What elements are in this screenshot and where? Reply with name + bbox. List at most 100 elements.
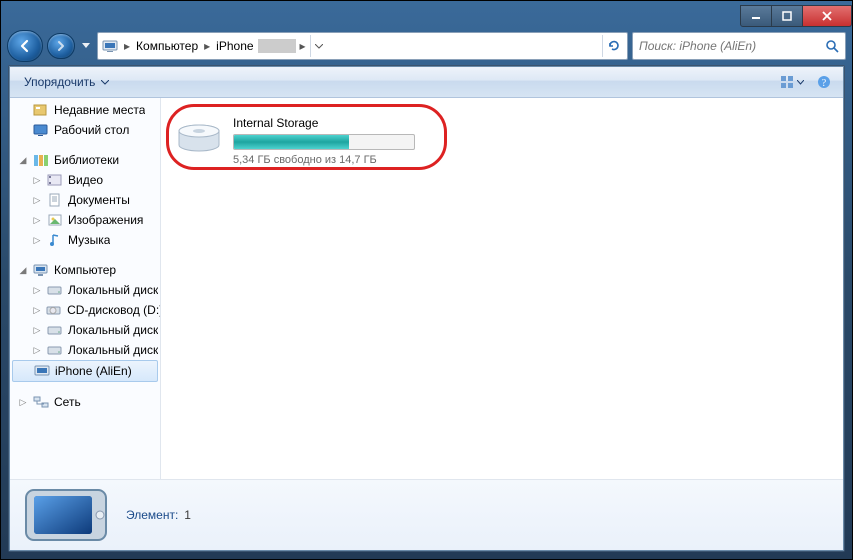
drive-icon xyxy=(46,282,64,298)
maximize-button[interactable] xyxy=(772,5,803,27)
command-bar: Упорядочить ? xyxy=(10,67,843,98)
chevron-down-icon xyxy=(101,80,109,85)
tree-label: Локальный диск xyxy=(68,283,158,297)
expand-icon[interactable]: ▷ xyxy=(32,305,42,316)
expand-icon[interactable]: ▷ xyxy=(32,195,42,206)
tree-item-video[interactable]: ▷ Видео xyxy=(10,170,160,190)
chevron-down-icon xyxy=(315,44,323,49)
tree-item-cddrive[interactable]: ▷ CD-дисковод (D:) xyxy=(10,300,160,320)
expand-icon[interactable]: ▷ xyxy=(32,285,42,296)
help-icon: ? xyxy=(817,75,831,89)
view-options-button[interactable] xyxy=(775,70,809,94)
chevron-down-icon xyxy=(82,43,90,49)
search-input[interactable] xyxy=(633,39,819,53)
window-controls xyxy=(740,5,852,25)
arrow-right-icon xyxy=(55,40,67,52)
tree-label: CD-дисковод (D:) xyxy=(67,303,160,317)
help-button[interactable]: ? xyxy=(811,70,837,94)
arrow-left-icon xyxy=(17,38,33,54)
refresh-icon xyxy=(607,39,621,53)
explorer-body: Недавние места Рабочий стол ◢ Библиотеки… xyxy=(10,98,843,479)
expand-icon[interactable]: ▷ xyxy=(32,215,42,226)
nav-history-dropdown[interactable] xyxy=(79,31,93,61)
tree-item-recent[interactable]: Недавние места xyxy=(10,100,160,120)
documents-icon xyxy=(46,192,64,208)
tree-item-iphone[interactable]: iPhone (AliEn) xyxy=(12,360,158,382)
device-icon xyxy=(100,36,120,56)
capacity-fill xyxy=(234,135,349,149)
breadcrumb-iphone[interactable]: iPhone xyxy=(214,39,255,53)
expand-icon[interactable]: ▷ xyxy=(32,345,42,356)
tree-item-libraries[interactable]: ◢ Библиотеки xyxy=(10,150,160,170)
tree-item-documents[interactable]: ▷ Документы xyxy=(10,190,160,210)
music-icon xyxy=(46,232,64,248)
tree-label: Музыка xyxy=(68,233,110,247)
expand-icon[interactable]: ▷ xyxy=(32,325,42,336)
breadcrumb-redacted xyxy=(258,39,296,53)
svg-text:?: ? xyxy=(822,78,827,89)
details-count: 1 xyxy=(184,508,191,522)
back-button[interactable] xyxy=(7,30,43,62)
tree-item-localdisk-2[interactable]: ▷ Локальный диск xyxy=(10,320,160,340)
organize-label: Упорядочить xyxy=(24,75,95,89)
close-button[interactable] xyxy=(803,5,852,27)
device-icon xyxy=(33,363,51,379)
drive-item-internal-storage[interactable]: Internal Storage 5,34 ГБ свободно из 14,… xyxy=(175,116,415,166)
titlebar xyxy=(1,1,852,29)
breadcrumb-sep-icon: ▸ xyxy=(120,39,134,53)
expand-icon[interactable]: ◢ xyxy=(18,265,28,276)
tree-label: Компьютер xyxy=(54,263,116,277)
desktop-icon xyxy=(32,122,50,138)
close-icon xyxy=(821,11,833,21)
tree-item-music[interactable]: ▷ Музыка xyxy=(10,230,160,250)
details-pane: Элемент: 1 xyxy=(10,479,843,550)
content-pane[interactable]: Internal Storage 5,34 ГБ свободно из 14,… xyxy=(161,98,843,479)
tree-item-localdisk-1[interactable]: ▷ Локальный диск xyxy=(10,280,160,300)
expand-icon[interactable]: ▷ xyxy=(18,397,28,408)
tree-item-localdisk-3[interactable]: ▷ Локальный диск xyxy=(10,340,160,360)
search-icon[interactable] xyxy=(819,34,845,58)
drive-icon xyxy=(46,342,64,358)
address-dropdown[interactable] xyxy=(310,35,327,57)
capacity-bar xyxy=(233,134,415,150)
tree-label: Библиотеки xyxy=(54,153,119,167)
search-box[interactable] xyxy=(632,32,846,60)
drive-info: Internal Storage 5,34 ГБ свободно из 14,… xyxy=(233,116,415,166)
tree-item-computer[interactable]: ◢ Компьютер xyxy=(10,260,160,280)
pictures-icon xyxy=(46,212,64,228)
explorer-window: ▸ Компьютер ▸ iPhone ▸ Упорядочить xyxy=(0,0,853,560)
tree-label: Локальный диск xyxy=(68,323,158,337)
nav-row: ▸ Компьютер ▸ iPhone ▸ xyxy=(1,29,852,63)
drive-icon xyxy=(46,322,64,338)
video-icon xyxy=(46,172,64,188)
tree-label: Изображения xyxy=(68,213,143,227)
minimize-icon xyxy=(751,11,761,21)
maximize-icon xyxy=(782,11,792,21)
tree-item-pictures[interactable]: ▷ Изображения xyxy=(10,210,160,230)
organize-button[interactable]: Упорядочить xyxy=(16,71,117,93)
tree-item-network[interactable]: ▷ Сеть xyxy=(10,392,160,412)
forward-button[interactable] xyxy=(47,33,75,59)
recent-places-icon xyxy=(32,102,50,118)
address-bar[interactable]: ▸ Компьютер ▸ iPhone ▸ xyxy=(97,32,628,60)
breadcrumb-sep-icon: ▸ xyxy=(296,39,310,53)
tree-item-desktop[interactable]: Рабочий стол xyxy=(10,120,160,140)
breadcrumb-computer[interactable]: Компьютер xyxy=(134,39,200,53)
tree-label: Локальный диск xyxy=(68,343,158,357)
network-icon xyxy=(32,394,50,410)
cd-drive-icon xyxy=(46,302,63,318)
minimize-button[interactable] xyxy=(740,5,772,27)
computer-icon xyxy=(32,262,50,278)
chevron-down-icon xyxy=(797,80,804,85)
views-icon xyxy=(781,76,795,88)
refresh-button[interactable] xyxy=(602,35,625,57)
expand-icon[interactable]: ▷ xyxy=(32,175,42,186)
drive-name: Internal Storage xyxy=(233,116,415,130)
details-meta: Элемент: 1 xyxy=(126,508,191,522)
tree-label: Видео xyxy=(68,173,103,187)
navigation-pane[interactable]: Недавние места Рабочий стол ◢ Библиотеки… xyxy=(10,98,161,479)
drive-free-text: 5,34 ГБ свободно из 14,7 ГБ xyxy=(233,154,415,166)
expand-icon[interactable]: ◢ xyxy=(18,155,28,166)
tree-label: Недавние места xyxy=(54,103,145,117)
expand-icon[interactable]: ▷ xyxy=(32,235,42,246)
